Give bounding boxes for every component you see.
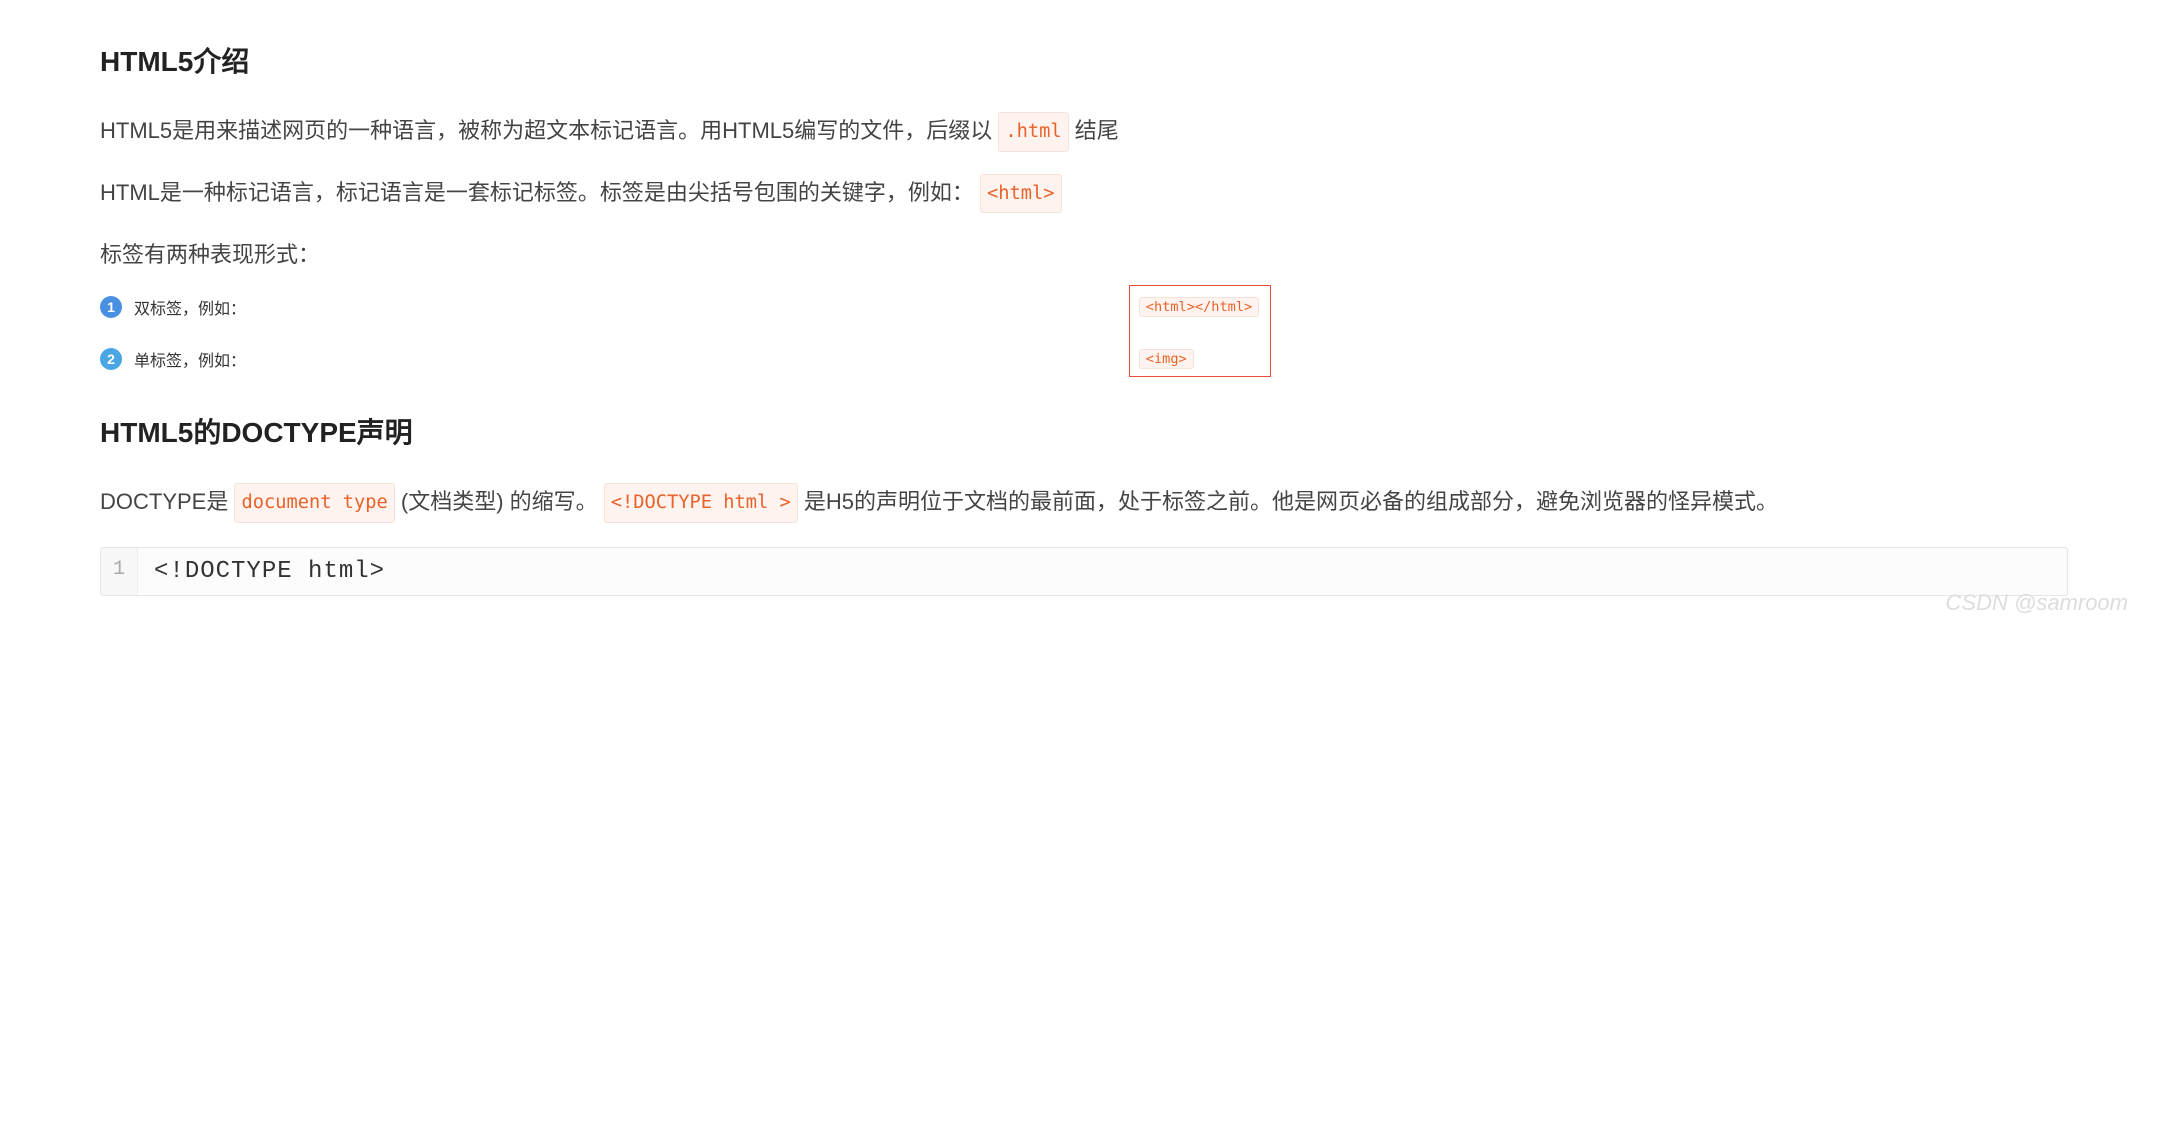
list-number-badge: 1 [100, 296, 122, 318]
para2-text-a: HTML是一种标记语言，标记语言是一套标记标签。标签是由尖括号包围的关键字，例如… [100, 180, 974, 205]
section2-para1: DOCTYPE是 document type (文档类型) 的缩写。 <!DOC… [100, 481, 2068, 523]
inline-code-doctype: <!DOCTYPE html > [604, 483, 798, 523]
inline-code-single-tag: <img> [1139, 349, 1194, 369]
list-number-badge: 2 [100, 348, 122, 370]
tag-forms-list: 1 双标签，例如： <html></html> 2 单标签，例如： <img> [100, 295, 2068, 371]
para1-text-b: 结尾 [1075, 118, 1119, 143]
section2-heading: HTML5的DOCTYPE声明 [100, 411, 2068, 451]
section1-para1: HTML5是用来描述网页的一种语言，被称为超文本标记语言。用HTML5编写的文件… [100, 110, 2068, 152]
para-text: DOCTYPE是 [100, 489, 228, 514]
list-item: 1 双标签，例如： [100, 295, 1123, 319]
para-text: (文档类型) 的缩写。 [401, 489, 598, 514]
section1-para2: HTML是一种标记语言，标记语言是一套标记标签。标签是由尖括号包围的关键字，例如… [100, 172, 2068, 214]
para1-text-a: HTML5是用来描述网页的一种语言，被称为超文本标记语言。用HTML5编写的文件… [100, 118, 992, 143]
list-item-label: 双标签，例如： [134, 295, 314, 319]
list-item-label: 单标签，例如： [134, 347, 314, 371]
list-item: 2 单标签，例如： [100, 347, 1123, 371]
section1-heading: HTML5介绍 [100, 40, 2068, 80]
section1-para3: 标签有两种表现形式： [100, 234, 2068, 276]
list-item-code-cell: <img> [1139, 349, 2068, 369]
inline-code-document-type: document type [234, 483, 394, 523]
code-content: <!DOCTYPE html> [138, 548, 401, 595]
inline-code-html-tag: <html> [980, 174, 1062, 214]
inline-code-double-tag: <html></html> [1139, 297, 1259, 317]
para-text: 是H5的声明位于文档的最前面，处于标签之前。他是网页必备的组成部分，避免浏览器的… [804, 489, 1778, 514]
code-line-number: 1 [101, 548, 138, 595]
inline-code-html-ext: .html [998, 112, 1068, 152]
list-item-code-cell: <html></html> [1139, 297, 2068, 317]
code-block: 1 <!DOCTYPE html> [100, 547, 2068, 596]
